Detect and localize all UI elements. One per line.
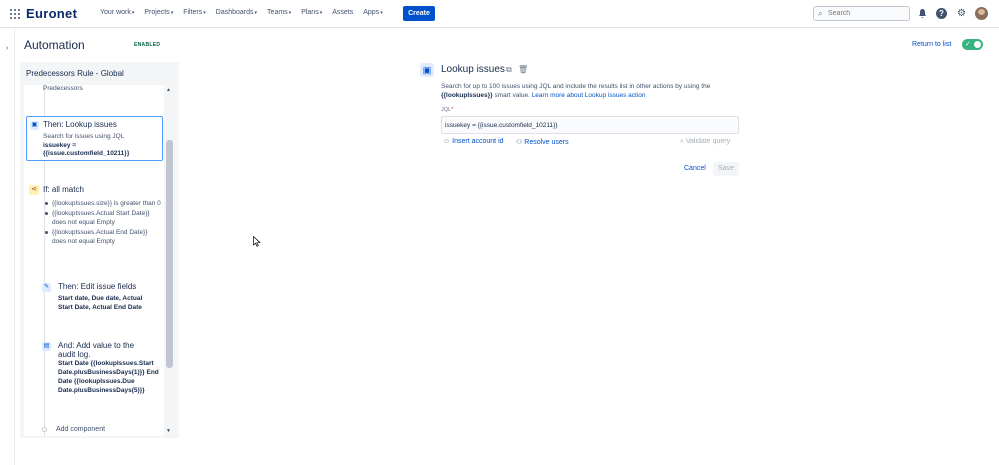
lookup-issues-component[interactable]: ▣ Then: Lookup issues Search for issues … (26, 116, 163, 161)
pencil-icon: ✎ (42, 283, 51, 292)
component-title: Then: Edit issue fields (58, 282, 137, 291)
nav-assets[interactable]: Assets (332, 9, 353, 16)
condition-item: {{lookupIssues.size}} is greater than 0 (43, 199, 163, 208)
component-title: Then: Lookup issues (43, 120, 117, 129)
logo[interactable]: Euronet (26, 6, 77, 21)
nav-menu: Your work▾ Projects▾ Filters▾ Dashboards… (100, 9, 393, 16)
component-description: Search for issues using JQL (43, 133, 125, 140)
nav-teams[interactable]: Teams▾ (267, 9, 291, 16)
audit-value: Date.plusBusinessDays(1)}} End (58, 369, 159, 376)
rule-components-list: Predecessors ▣ Then: Lookup issues Searc… (24, 85, 165, 436)
rule-title: Predecessors Rule - Global (26, 69, 124, 78)
users-icon: ⚇ (516, 139, 523, 146)
condition-list: {{lookupIssues.size}} is greater than 0 … (43, 199, 163, 247)
rule-scrollbar[interactable]: ▲ ▼ (164, 85, 175, 437)
resolve-users-link[interactable]: ⚇ Resolve users (516, 138, 569, 146)
save-button[interactable]: Save (713, 162, 739, 176)
nav-apps[interactable]: Apps▾ (363, 9, 382, 16)
component-jql: issuekey = (43, 142, 77, 149)
search-icon: ⌕ (818, 9, 823, 18)
return-to-list-link[interactable]: Return to list (912, 41, 951, 48)
create-button[interactable]: Create (403, 6, 435, 21)
predecessors-text: Predecessors (43, 85, 83, 92)
help-icon[interactable]: ? (936, 8, 947, 19)
avatar[interactable] (975, 7, 988, 20)
page-title: Automation (24, 38, 85, 52)
component-fields: Start Date, Actual End Date (58, 304, 142, 311)
app-switcher-icon[interactable] (10, 9, 20, 19)
detail-description: {{lookupIssues}} smart value. Learn more… (441, 92, 646, 99)
toggle-knob (974, 41, 981, 48)
component-title: audit log. (58, 350, 91, 359)
nav-filters[interactable]: Filters▾ (183, 9, 206, 16)
expand-sidebar-icon[interactable]: › (6, 45, 8, 52)
status-badge: ENABLED (134, 42, 161, 48)
component-title: And: Add value to the (58, 341, 135, 350)
component-title: If: all match (43, 185, 84, 194)
branch-icon: ⋖ (29, 185, 39, 195)
cancel-button[interactable]: Cancel (684, 165, 706, 172)
component-fields: Start date, Due date, Actual (58, 295, 143, 302)
insert-account-id-link[interactable]: ☺ Insert account id (443, 138, 504, 145)
left-rail-divider (14, 28, 15, 465)
settings-gear-icon[interactable]: ⚙ (956, 8, 967, 19)
component-jql: {{issue.customfield_10211}} (43, 150, 130, 157)
lookup-icon: ▣ (420, 63, 434, 77)
add-dot-icon (42, 427, 47, 432)
scroll-up-icon[interactable]: ▲ (166, 87, 171, 93)
document-icon: ▤ (42, 342, 51, 351)
jql-label: JQL* (441, 107, 454, 113)
condition-item: {{lookupIssues.Actual End Date}} does no… (43, 228, 163, 246)
jql-input[interactable] (445, 120, 735, 131)
check-icon: ✓ (965, 41, 971, 48)
search-icon: ⌕ (680, 138, 684, 145)
audit-value: Date.plusBusinessDays(5)}} (58, 387, 145, 394)
search-box[interactable]: ⌕ (813, 6, 910, 21)
jql-field[interactable] (441, 116, 739, 134)
add-component-label: Add component (56, 426, 106, 433)
nav-plans[interactable]: Plans▾ (301, 9, 322, 16)
detail-description: Search for up to 100 issues using JQL an… (441, 83, 711, 90)
search-input[interactable] (828, 8, 908, 19)
validate-query-link[interactable]: ⌕ Validate query (680, 138, 730, 146)
mouse-cursor-icon (253, 235, 261, 247)
rule-enabled-toggle[interactable]: ✓ (962, 39, 983, 50)
user-icon: ☺ (443, 138, 451, 145)
lookup-icon: ▣ (30, 121, 39, 130)
nav-your-work[interactable]: Your work▾ (100, 9, 134, 16)
description-text: smart value. (492, 92, 532, 99)
smart-value: {{lookupIssues}} (441, 92, 493, 99)
nav-projects[interactable]: Projects▾ (144, 9, 173, 16)
nav-dashboards[interactable]: Dashboards▾ (216, 9, 257, 16)
scroll-thumb[interactable] (166, 140, 173, 368)
condition-item: {{lookupIssues.Actual Start Date}} does … (43, 209, 163, 227)
audit-value: Date {{lookupIssues.Due (58, 378, 135, 385)
copy-icon[interactable]: ⧉ (506, 65, 512, 75)
learn-more-link[interactable]: Learn more about Lookup issues action (532, 92, 646, 99)
audit-value: Start Date {{lookupIssues.Start (58, 360, 154, 367)
scroll-down-icon[interactable]: ▼ (166, 428, 171, 434)
trash-icon[interactable]: 🗑 (518, 65, 528, 74)
rule-panel: Predecessors Rule - Global Predecessors … (20, 62, 179, 438)
notifications-icon[interactable] (917, 8, 928, 19)
top-navigation: Euronet Your work▾ Projects▾ Filters▾ Da… (0, 0, 999, 28)
detail-title: Lookup issues (441, 64, 505, 75)
